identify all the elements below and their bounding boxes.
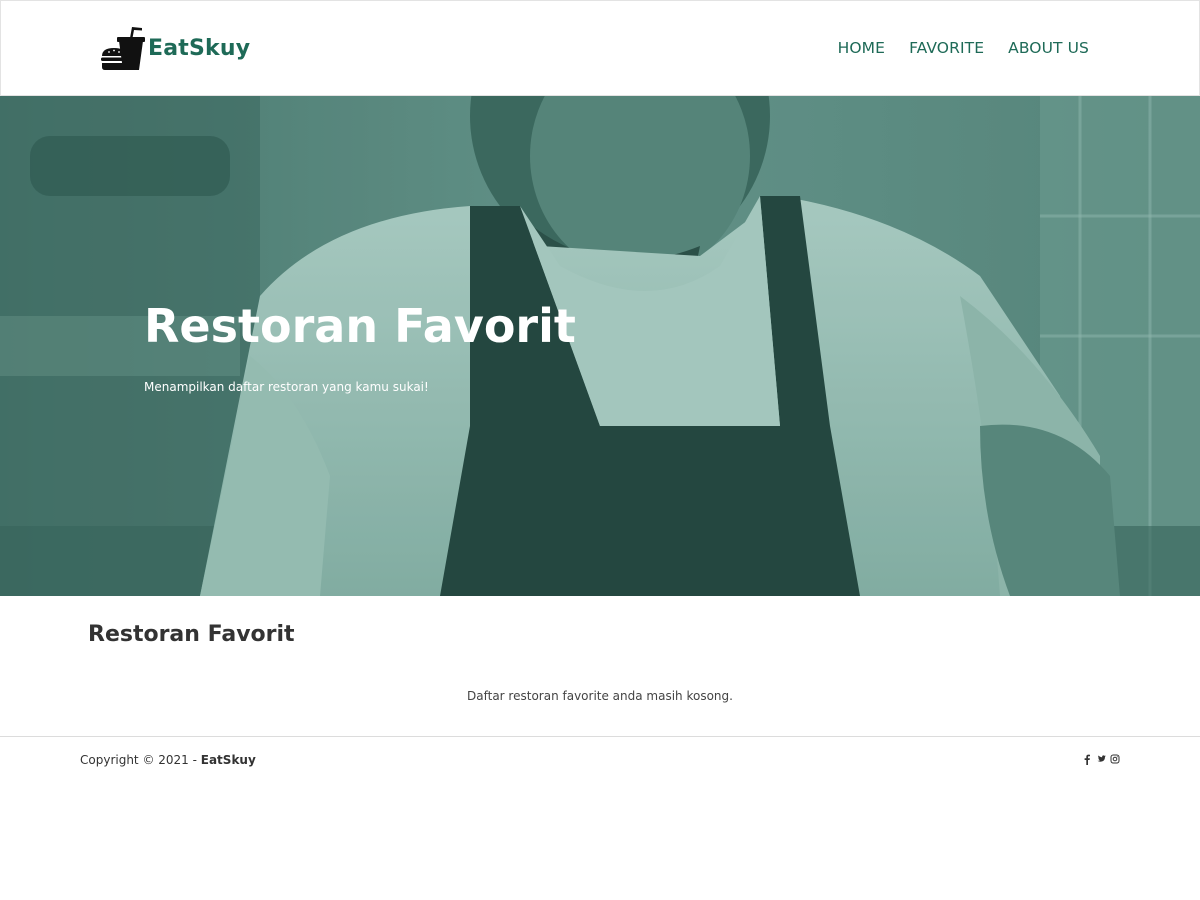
facebook-link[interactable] [1082,753,1092,765]
page-footer: Copyright © 2021 - EatSkuy [0,736,1200,784]
fast-food-icon [101,27,145,70]
nav-item-favorite: FAVORITE [909,37,984,59]
brand-name: EatSkuy [148,36,251,61]
hero-title: Restoran Favorit [144,299,576,353]
nav-link-home[interactable]: HOME [838,37,885,59]
nav-item-home: HOME [838,37,885,59]
instagram-icon [1110,754,1120,764]
twitter-link[interactable] [1096,753,1106,765]
social-links [1082,753,1120,765]
copyright-prefix: Copyright © 2021 - [80,753,201,767]
hero-section: Restoran Favorit Menampilkan daftar rest… [0,96,1200,596]
nav-list: HOME FAVORITE ABOUT US [838,37,1089,59]
nav-link-favorite[interactable]: FAVORITE [909,37,984,59]
copyright-text: Copyright © 2021 - EatSkuy [80,752,256,768]
hero-subtitle: Menampilkan daftar restoran yang kamu su… [144,380,429,394]
brand-logo-link[interactable]: EatSkuy [101,26,250,72]
twitter-icon [1097,755,1106,762]
facebook-icon [1084,754,1090,765]
section-title: Restoran Favorit [88,622,295,647]
copyright-brand: EatSkuy [200,753,256,767]
nav-link-about-us[interactable]: ABOUT US [1008,37,1089,59]
instagram-link[interactable] [1110,753,1120,765]
app-header: EatSkuy HOME FAVORITE ABOUT US [0,0,1200,96]
empty-state-message: Daftar restoran favorite anda masih koso… [467,689,733,703]
nav-item-about-us: ABOUT US [1008,37,1089,59]
